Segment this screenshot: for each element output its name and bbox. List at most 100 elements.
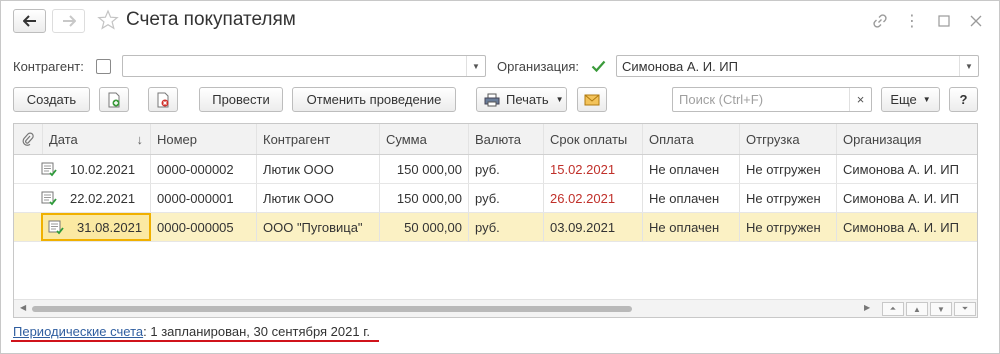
table-row[interactable]: 22.02.2021 0000-000001 Лютик ООО 150 000… — [14, 184, 977, 213]
table-header: Дата ↓ Номер Контрагент Сумма Валюта Сро… — [14, 124, 977, 155]
number-cell[interactable]: 0000-000002 — [151, 155, 257, 183]
forward-button[interactable] — [52, 9, 85, 33]
scroll-to-bottom-icon[interactable]: ⏷ — [954, 302, 976, 316]
scroll-right-icon[interactable]: ▶ — [864, 303, 870, 312]
horizontal-scrollbar[interactable]: ◀ ▶ ⏶ ▲ ▼ ⏷ — [14, 299, 977, 317]
organization-checkbox[interactable] — [591, 59, 606, 74]
counterparty-cell[interactable]: ООО "Пуговица" — [257, 213, 380, 241]
column-header-due-date[interactable]: Срок оплаты — [544, 124, 643, 154]
organization-cell[interactable]: Симонова А. И. ИП — [837, 155, 977, 183]
chevron-down-icon: ▼ — [555, 95, 564, 104]
shipment-cell[interactable]: Не отгружен — [740, 155, 837, 183]
shipment-cell[interactable]: Не отгружен — [740, 184, 837, 212]
date-cell[interactable]: 31.08.2021 — [41, 213, 151, 241]
counterparty-cell[interactable]: Лютик ООО — [257, 184, 380, 212]
periodic-invoices-info: Периодические счета: 1 запланирован, 30 … — [13, 324, 370, 339]
scroll-left-icon[interactable]: ◀ — [20, 303, 26, 312]
payment-cell[interactable]: Не оплачен — [643, 184, 740, 212]
column-header-payment[interactable]: Оплата — [643, 124, 740, 154]
arrow-left-icon — [22, 15, 36, 27]
posted-document-icon — [48, 220, 64, 235]
currency-cell[interactable]: руб. — [469, 213, 544, 241]
page-title: Счета покупателям — [126, 9, 296, 30]
delete-button[interactable] — [148, 87, 178, 112]
date-cell[interactable]: 22.02.2021 — [14, 184, 151, 212]
column-header-number[interactable]: Номер — [151, 124, 257, 154]
back-button[interactable] — [13, 9, 46, 33]
posted-document-icon — [41, 191, 57, 206]
close-icon[interactable] — [966, 11, 986, 31]
envelope-icon — [584, 94, 600, 105]
sort-down-icon: ↓ — [136, 131, 144, 147]
create-copy-button[interactable] — [99, 87, 129, 112]
organization-value: Симонова А. И. ИП — [622, 59, 738, 74]
arrow-right-icon — [62, 15, 76, 27]
send-email-button[interactable] — [577, 87, 607, 112]
scroll-up-icon[interactable]: ▲ — [906, 302, 928, 316]
periodic-invoices-link[interactable]: Периодические счета — [13, 324, 143, 339]
column-header-counterparty[interactable]: Контрагент — [257, 124, 380, 154]
date-cell[interactable]: 10.02.2021 — [14, 155, 151, 183]
more-button[interactable]: Еще ▼ — [881, 87, 940, 112]
scrollbar-thumb[interactable] — [32, 306, 632, 312]
due-date-cell[interactable]: 15.02.2021 — [544, 155, 643, 183]
sum-cell[interactable]: 50 000,00 — [380, 213, 469, 241]
cancel-post-button[interactable]: Отменить проведение — [292, 87, 456, 112]
window-controls: ⋮ — [870, 11, 986, 31]
due-date-cell[interactable]: 26.02.2021 — [544, 184, 643, 212]
column-header-sum[interactable]: Сумма — [380, 124, 469, 154]
post-button[interactable]: Провести — [199, 87, 283, 112]
link-icon[interactable] — [870, 11, 890, 31]
table-row-selected[interactable]: 31.08.2021 0000-000005 ООО "Пуговица" 50… — [14, 213, 977, 242]
print-button[interactable]: Печать ▼ — [476, 87, 567, 112]
organization-field[interactable]: Симонова А. И. ИП ▼ — [616, 55, 979, 77]
more-options-icon[interactable]: ⋮ — [902, 11, 922, 31]
shipment-cell[interactable]: Не отгружен — [740, 213, 837, 241]
favorite-star-icon[interactable] — [97, 9, 119, 31]
due-date-cell[interactable]: 03.09.2021 — [544, 213, 643, 241]
payment-cell[interactable]: Не оплачен — [643, 155, 740, 183]
restore-window-icon[interactable] — [934, 11, 954, 31]
number-cell[interactable]: 0000-000005 — [151, 213, 257, 241]
table-row[interactable]: 10.02.2021 0000-000002 Лютик ООО 150 000… — [14, 155, 977, 184]
paperclip-icon — [22, 132, 34, 146]
search-box[interactable]: × — [672, 87, 872, 112]
periodic-invoices-status: : 1 запланирован, 30 сентября 2021 г. — [143, 324, 370, 339]
attachment-column-header[interactable] — [14, 124, 43, 154]
currency-cell[interactable]: руб. — [469, 184, 544, 212]
column-header-shipment[interactable]: Отгрузка — [740, 124, 837, 154]
scroll-to-top-icon[interactable]: ⏶ — [882, 302, 904, 316]
posted-document-icon — [41, 162, 57, 177]
counterparty-label: Контрагент: — [13, 59, 84, 74]
sum-cell[interactable]: 150 000,00 — [380, 155, 469, 183]
organization-cell[interactable]: Симонова А. И. ИП — [837, 184, 977, 212]
scroll-down-icon[interactable]: ▼ — [930, 302, 952, 316]
organization-label: Организация: — [497, 59, 580, 74]
print-label: Печать — [506, 92, 549, 107]
column-header-organization[interactable]: Организация — [837, 124, 977, 154]
column-header-date[interactable]: Дата ↓ — [43, 124, 151, 154]
more-label: Еще — [890, 92, 917, 107]
highlight-underline — [11, 340, 379, 342]
chevron-down-icon: ▼ — [922, 95, 931, 104]
add-document-icon — [108, 92, 120, 107]
currency-cell[interactable]: руб. — [469, 155, 544, 183]
delete-document-icon — [157, 92, 169, 107]
counterparty-field[interactable]: ▼ — [122, 55, 486, 77]
printer-icon — [484, 93, 500, 106]
organization-cell[interactable]: Симонова А. И. ИП — [837, 213, 977, 241]
invoices-table[interactable]: Дата ↓ Номер Контрагент Сумма Валюта Сро… — [13, 123, 978, 318]
chevron-down-icon[interactable]: ▼ — [466, 56, 485, 76]
help-button[interactable]: ? — [949, 87, 978, 112]
clear-search-icon[interactable]: × — [849, 88, 871, 111]
number-cell[interactable]: 0000-000001 — [151, 184, 257, 212]
sum-cell[interactable]: 150 000,00 — [380, 184, 469, 212]
counterparty-checkbox[interactable] — [96, 59, 111, 74]
counterparty-cell[interactable]: Лютик ООО — [257, 155, 380, 183]
checkmark-icon — [591, 60, 606, 73]
column-header-currency[interactable]: Валюта — [469, 124, 544, 154]
create-button[interactable]: Создать — [13, 87, 90, 112]
search-input[interactable] — [677, 91, 847, 108]
chevron-down-icon[interactable]: ▼ — [959, 56, 978, 76]
payment-cell[interactable]: Не оплачен — [643, 213, 740, 241]
